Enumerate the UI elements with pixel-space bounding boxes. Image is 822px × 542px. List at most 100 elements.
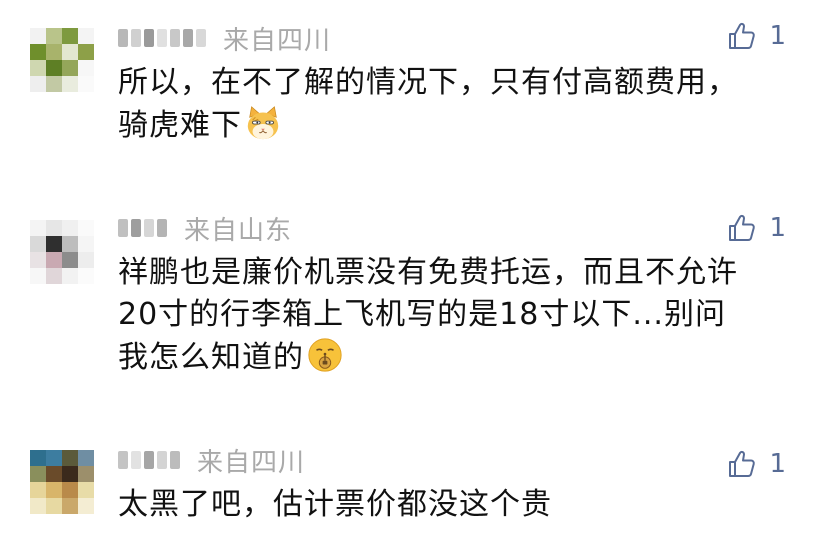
avatar-pixel xyxy=(78,252,94,268)
like-count: 1 xyxy=(769,213,786,243)
thumbs-up-icon xyxy=(729,450,756,477)
comment-line: 所以，在不了解的情况下，只有付高额费用， xyxy=(118,65,738,100)
location-label: 来自四川 xyxy=(197,447,306,478)
avatar-pixel xyxy=(30,252,46,268)
avatar-pixel xyxy=(46,76,62,92)
nickname-pixel xyxy=(131,451,141,469)
nickname-pixel xyxy=(118,29,128,47)
avatar-pixel xyxy=(30,482,46,498)
avatar-pixel xyxy=(46,482,62,498)
avatar-pixel xyxy=(46,28,62,44)
avatar-pixel xyxy=(46,268,62,284)
comment-header: 来自四川 xyxy=(118,442,305,478)
location-label: 来自山东 xyxy=(184,215,293,246)
location-label: 来自四川 xyxy=(223,25,332,56)
nickname-blurred[interactable] xyxy=(118,450,183,470)
thumbs-up-icon xyxy=(729,22,756,49)
avatar-pixel xyxy=(78,450,94,466)
comment-line: 骑虎难下 xyxy=(118,108,242,143)
avatar-pixel xyxy=(62,252,78,268)
comment-item: 来自山东 1 祥鹏也是廉价机票没有免费托运，而且不允许 20寸的行李箱上飞机写的… xyxy=(0,200,822,420)
avatar-pixel xyxy=(62,76,78,92)
avatar-pixel xyxy=(46,44,62,60)
nickname-pixel xyxy=(144,219,154,237)
avatar-pixel xyxy=(30,498,46,514)
avatar-pixel xyxy=(78,28,94,44)
avatar-pixel xyxy=(30,28,46,44)
avatar-pixel xyxy=(62,236,78,252)
comment-item: 来自四川 1 太黑了吧，估计票价都没这个贵 xyxy=(0,420,822,542)
avatar-pixel xyxy=(46,236,62,252)
avatar[interactable] xyxy=(30,450,94,514)
avatar-pixel xyxy=(78,236,94,252)
avatar-pixel xyxy=(30,220,46,236)
comment-header: 来自山东 xyxy=(118,210,292,246)
like-button[interactable]: 1 xyxy=(727,446,786,482)
avatar-pixel xyxy=(62,268,78,284)
like-button[interactable]: 1 xyxy=(727,210,786,246)
avatar-pixel xyxy=(78,268,94,284)
avatar-pixel xyxy=(78,76,94,92)
nickname-pixel xyxy=(157,219,167,237)
avatar-pixel xyxy=(46,450,62,466)
comment-item: 来自四川 1 所以，在不了解的情况下，只有付高额费用， 骑虎难下 xyxy=(0,0,822,200)
avatar-pixel xyxy=(46,498,62,514)
comment-line: 太黑了吧，估计票价都没这个贵 xyxy=(118,487,552,522)
comment-text: 太黑了吧，估计票价都没这个贵 xyxy=(118,484,798,526)
nickname-pixel xyxy=(118,451,128,469)
avatar-pixel xyxy=(62,466,78,482)
avatar-pixel xyxy=(78,220,94,236)
nickname-pixel xyxy=(118,219,128,237)
nickname-pixel xyxy=(157,29,167,47)
comment-text: 所以，在不了解的情况下，只有付高额费用， 骑虎难下 xyxy=(118,62,798,147)
avatar-pixel xyxy=(78,44,94,60)
like-button[interactable]: 1 xyxy=(727,18,786,54)
avatar[interactable] xyxy=(30,220,94,284)
zipper-mouth-emoji xyxy=(308,338,342,372)
thumbs-up-icon xyxy=(729,214,756,241)
nickname-pixel xyxy=(144,451,154,469)
avatar-pixel xyxy=(46,220,62,236)
avatar-pixel xyxy=(78,60,94,76)
avatar-pixel xyxy=(30,450,46,466)
avatar-pixel xyxy=(30,44,46,60)
nickname-pixel xyxy=(144,29,154,47)
comment-text: 祥鹏也是廉价机票没有免费托运，而且不允许 20寸的行李箱上飞机写的是18寸以下.… xyxy=(118,252,798,379)
cat-face-emoji xyxy=(247,106,279,140)
avatar-pixel xyxy=(62,450,78,466)
avatar-pixel xyxy=(46,466,62,482)
avatar-pixel xyxy=(78,482,94,498)
nickname-pixel xyxy=(183,29,193,47)
avatar-pixel xyxy=(30,60,46,76)
avatar-pixel xyxy=(62,498,78,514)
nickname-pixel xyxy=(170,451,180,469)
avatar-pixel xyxy=(30,76,46,92)
avatar-pixel xyxy=(78,498,94,514)
avatar-pixel xyxy=(30,236,46,252)
avatar-pixel xyxy=(62,60,78,76)
nickname-blurred[interactable] xyxy=(118,218,170,238)
nickname-pixel xyxy=(131,219,141,237)
avatar-pixel xyxy=(62,28,78,44)
nickname-pixel xyxy=(157,451,167,469)
avatar-pixel xyxy=(30,268,46,284)
comment-header: 来自四川 xyxy=(118,20,331,56)
nickname-blurred[interactable] xyxy=(118,28,209,48)
nickname-pixel xyxy=(131,29,141,47)
comment-line: 祥鹏也是廉价机票没有免费托运，而且不允许 xyxy=(118,255,738,290)
comment-line-with-emoji: 骑虎难下 xyxy=(118,104,798,147)
avatar-pixel xyxy=(46,60,62,76)
comment-line: 20寸的行李箱上飞机写的是18寸以下...别问 xyxy=(118,297,726,332)
nickname-pixel xyxy=(170,29,180,47)
avatar[interactable] xyxy=(30,28,94,92)
avatar-pixel xyxy=(62,482,78,498)
like-count: 1 xyxy=(769,449,786,479)
avatar-pixel xyxy=(30,466,46,482)
like-count: 1 xyxy=(769,21,786,51)
comment-line: 我怎么知道的 xyxy=(118,340,304,375)
avatar-pixel xyxy=(46,252,62,268)
avatar-pixel xyxy=(78,466,94,482)
comment-line-with-emoji: 我怎么知道的 xyxy=(118,336,798,379)
avatar-pixel xyxy=(62,44,78,60)
nickname-pixel xyxy=(196,29,206,47)
